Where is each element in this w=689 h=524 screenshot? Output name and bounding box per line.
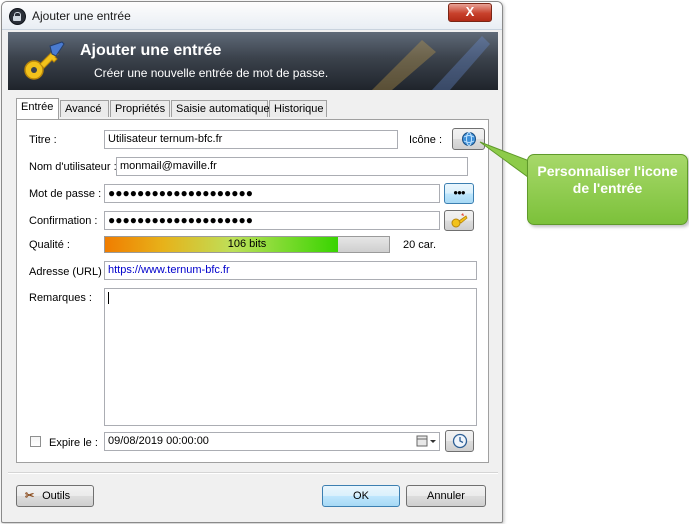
tab-saisie-automatique[interactable]: Saisie automatique (171, 100, 270, 117)
header-banner: Ajouter une entrée Créer une nouvelle en… (8, 32, 498, 90)
expire-label: Expire le : (49, 437, 98, 449)
show-password-button[interactable]: ●●● (444, 183, 474, 204)
callout-pointer (479, 141, 533, 181)
window-title: Ajouter une entrée (32, 9, 131, 23)
expire-checkbox[interactable] (30, 436, 41, 447)
password-label: Mot de passe : (29, 188, 102, 200)
password-quality-bar: 106 bits (104, 236, 390, 253)
url-input[interactable]: https://www.ternum-bfc.fr (104, 261, 477, 280)
tab-proprietes[interactable]: Propriétés (110, 100, 170, 117)
add-entry-dialog: Ajouter une entrée X Ajouter une entrée … (1, 1, 503, 523)
password-input[interactable]: ●●●●●●●●●●●●●●●●●●●● (104, 184, 440, 203)
tools-button[interactable]: ✂ Outils (16, 485, 94, 507)
calendar-dropdown[interactable] (416, 435, 438, 448)
quality-label: Qualité : (29, 239, 70, 251)
callout-text: Personnaliser l'icone de l'entrée (537, 163, 678, 196)
calendar-dropdown-icon (416, 435, 436, 447)
notes-label: Remarques : (29, 292, 92, 304)
generate-password-button[interactable] (444, 210, 474, 231)
globe-icon (461, 132, 476, 146)
tab-avance[interactable]: Avancé (60, 100, 109, 117)
close-button[interactable]: X (448, 3, 492, 22)
quality-bits: 106 bits (227, 238, 267, 250)
confirm-label: Confirmation : (29, 215, 98, 227)
banner-decoration-icon (372, 36, 490, 90)
title-input[interactable]: Utilisateur ternum-bfc.fr (104, 130, 398, 149)
tools-icon: ✂ (25, 490, 35, 502)
title-bar: Ajouter une entrée X (2, 2, 502, 30)
key-pen-icon (24, 41, 65, 80)
annotation-callout: Personnaliser l'icone de l'entrée (527, 154, 688, 225)
ok-button[interactable]: OK (322, 485, 400, 507)
confirm-input[interactable]: ●●●●●●●●●●●●●●●●●●●● (104, 211, 440, 230)
tools-label: Outils (42, 490, 71, 502)
banner-subtitle: Créer une nouvelle entrée de mot de pass… (94, 66, 329, 80)
expiry-presets-button[interactable] (445, 430, 474, 452)
text-caret (108, 292, 109, 304)
notes-textarea[interactable] (104, 288, 477, 426)
banner-title: Ajouter une entrée (80, 42, 222, 59)
expiry-date-input[interactable]: 09/08/2019 00:00:00 (104, 432, 440, 451)
lock-icon (9, 8, 26, 25)
url-label: Adresse (URL) : (29, 266, 108, 278)
username-label: Nom d'utilisateur : (29, 161, 117, 173)
footer-separator (8, 472, 498, 474)
tab-entree[interactable]: Entrée (16, 98, 59, 119)
clock-icon (452, 433, 467, 449)
title-label: Titre : (29, 134, 57, 146)
icon-label: Icône : (409, 134, 443, 146)
username-input[interactable]: monmail@maville.fr (116, 157, 468, 176)
key-generator-icon (451, 213, 468, 228)
quality-chars: 20 car. (403, 239, 437, 251)
tab-historique[interactable]: Historique (269, 100, 327, 117)
cancel-button[interactable]: Annuler (406, 485, 486, 507)
